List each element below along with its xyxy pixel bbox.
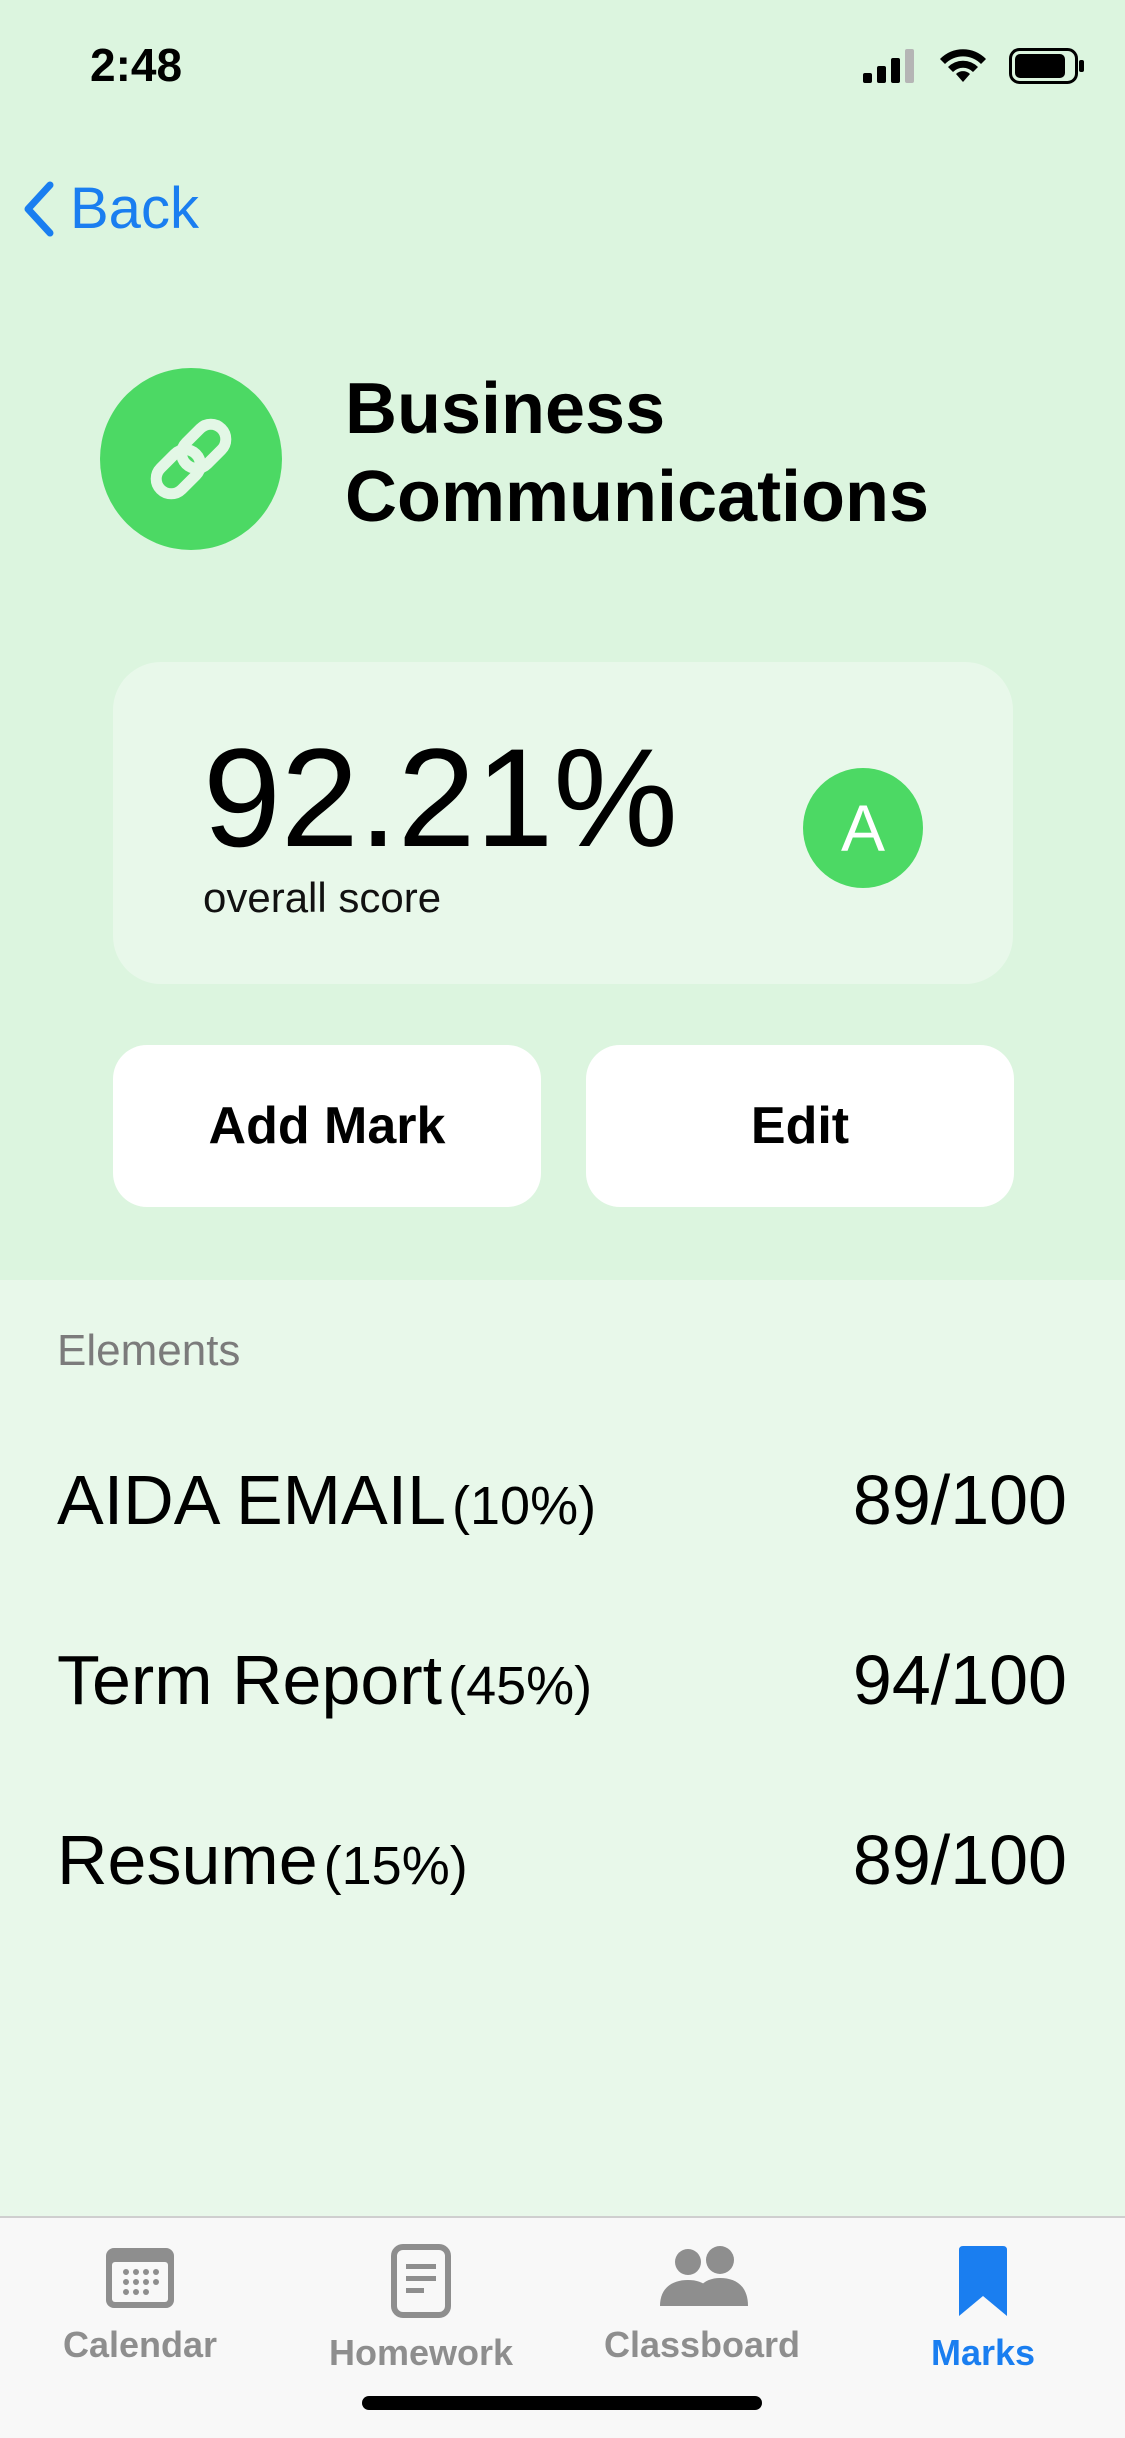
tab-label: Calendar: [62, 2324, 218, 2365]
back-button[interactable]: Back: [22, 175, 199, 242]
status-time: 2:48: [90, 39, 183, 91]
bookmark-icon: [959, 2246, 1007, 2316]
battery-icon: [1009, 48, 1084, 84]
element-weight: (10%): [452, 1476, 597, 1536]
tab-label: Classboard: [603, 2324, 801, 2365]
section-label-elements: Elements: [57, 1326, 241, 1375]
cellular-signal-icon: [863, 49, 914, 83]
element-score: 89/100: [852, 1821, 1067, 1899]
add-mark-button[interactable]: Add Mark: [113, 1045, 541, 1207]
link-icon: [150, 418, 232, 500]
element-weight: (45%): [448, 1656, 593, 1716]
element-score: 94/100: [852, 1641, 1067, 1719]
course-title-line2: Communications: [345, 457, 930, 537]
document-icon: [391, 2244, 451, 2318]
tab-label: Homework: [328, 2332, 514, 2373]
status-icons: [863, 48, 1085, 84]
score-card: 92.21% overall score A: [113, 662, 1013, 984]
grade-badge: A: [803, 768, 923, 888]
home-indicator[interactable]: [362, 2396, 762, 2410]
course-title: Business Communications: [345, 365, 1065, 541]
tab-homework[interactable]: Homework: [311, 2244, 531, 2374]
list-item[interactable]: Resume (15%) 89/100: [57, 1810, 1067, 1910]
tab-classboard[interactable]: Classboard: [592, 2244, 812, 2366]
back-label: Back: [70, 176, 199, 241]
edit-button[interactable]: Edit: [586, 1045, 1014, 1207]
course-title-line1: Business: [345, 369, 666, 449]
course-icon: [100, 368, 282, 550]
tab-calendar[interactable]: Calendar: [30, 2244, 250, 2366]
element-name: AIDA EMAIL: [57, 1461, 447, 1539]
overall-score-value: 92.21%: [203, 719, 678, 876]
wifi-icon: [940, 49, 986, 82]
tab-marks[interactable]: Marks: [873, 2244, 1093, 2374]
overall-score-label: overall score: [203, 874, 442, 921]
list-item[interactable]: AIDA EMAIL (10%) 89/100: [57, 1450, 1067, 1550]
tab-label: Marks: [930, 2332, 1036, 2373]
list-item[interactable]: Term Report (45%) 94/100: [57, 1630, 1067, 1730]
element-name: Resume: [57, 1821, 318, 1899]
calendar-icon: [106, 2248, 174, 2308]
chevron-left-icon: [24, 181, 54, 236]
element-name: Term Report: [57, 1641, 443, 1719]
element-weight: (15%): [323, 1836, 468, 1896]
element-score: 89/100: [852, 1461, 1067, 1539]
people-icon: [660, 2246, 748, 2306]
